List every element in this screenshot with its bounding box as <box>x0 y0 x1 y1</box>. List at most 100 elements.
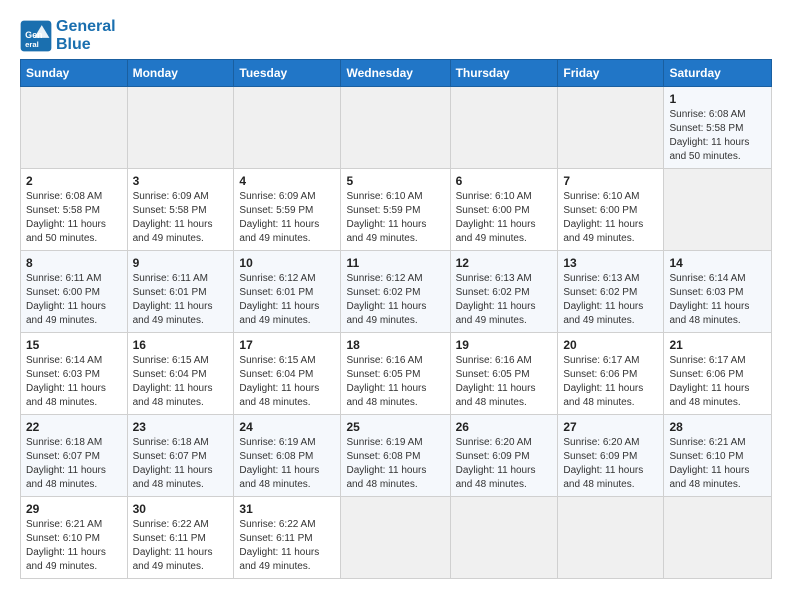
calendar-cell-31: 31Sunrise: 6:22 AMSunset: 6:11 PMDayligh… <box>234 497 341 579</box>
day-number: 4 <box>239 174 335 188</box>
calendar-cell-27: 27 Sunrise: 6:20 AMSunset: 6:09 PMDayligh… <box>558 415 664 497</box>
day-info: Sunrise: 6:13 AMSunset: 6:02 PMDaylight:… <box>456 272 553 328</box>
day-number: 6 <box>456 174 553 188</box>
calendar-cell-empty <box>664 497 772 579</box>
calendar-week-1: 1 Sunrise: 6:08 AMSunset: 5:58 PMDaylight… <box>21 87 772 169</box>
calendar-cell-19: 19 Sunrise: 6:16 AMSunset: 6:05 PMDayligh… <box>450 333 558 415</box>
calendar-week-6: 29 Sunrise: 6:21 AMSunset: 6:10 PMDayligh… <box>21 497 772 579</box>
day-info: Sunrise: 6:08 AMSunset: 5:58 PMDaylight:… <box>26 190 122 246</box>
day-number: 21 <box>669 338 766 352</box>
day-info: Sunrise: 6:10 AMSunset: 6:00 PMDaylight:… <box>563 190 658 246</box>
calendar-cell-empty <box>450 497 558 579</box>
calendar-cell-empty <box>341 87 450 169</box>
day-info: Sunrise: 6:20 AMSunset: 6:09 PMDaylight:… <box>456 436 553 492</box>
calendar-header-thursday: Thursday <box>450 60 558 87</box>
day-info: Sunrise: 6:12 AMSunset: 6:01 PMDaylight:… <box>239 272 335 328</box>
calendar-cell-16: 16 Sunrise: 6:15 AMSunset: 6:04 PMDayligh… <box>127 333 234 415</box>
calendar-header-tuesday: Tuesday <box>234 60 341 87</box>
day-info: Sunrise: 6:12 AMSunset: 6:02 PMDaylight:… <box>346 272 444 328</box>
calendar-cell-12: 12Sunrise: 6:13 AMSunset: 6:02 PMDayligh… <box>450 251 558 333</box>
calendar-cell-25: 25 Sunrise: 6:19 AMSunset: 6:08 PMDayligh… <box>341 415 450 497</box>
calendar-cell-17: 17 Sunrise: 6:15 AMSunset: 6:04 PMDayligh… <box>234 333 341 415</box>
calendar-cell-30: 30Sunrise: 6:22 AMSunset: 6:11 PMDayligh… <box>127 497 234 579</box>
calendar-table: SundayMondayTuesdayWednesdayThursdayFrid… <box>20 59 772 579</box>
day-info: Sunrise: 6:14 AMSunset: 6:03 PMDaylight:… <box>26 354 122 410</box>
calendar-cell-22: 22Sunrise: 6:18 AMSunset: 6:07 PMDayligh… <box>21 415 128 497</box>
calendar-week-4: 15 Sunrise: 6:14 AMSunset: 6:03 PMDayligh… <box>21 333 772 415</box>
day-number: 22 <box>26 420 122 434</box>
day-number: 29 <box>26 502 122 516</box>
calendar-header-wednesday: Wednesday <box>341 60 450 87</box>
day-number: 25 <box>346 420 444 434</box>
day-info: Sunrise: 6:18 AMSunset: 6:07 PMDaylight:… <box>133 436 229 492</box>
day-info: Sunrise: 6:19 AMSunset: 6:08 PMDaylight:… <box>346 436 444 492</box>
day-number: 1 <box>669 92 766 106</box>
calendar-cell-26: 26Sunrise: 6:20 AMSunset: 6:09 PMDayligh… <box>450 415 558 497</box>
day-number: 11 <box>346 256 444 270</box>
calendar-header-monday: Monday <box>127 60 234 87</box>
day-info: Sunrise: 6:11 AMSunset: 6:01 PMDaylight:… <box>133 272 229 328</box>
calendar-cell-13: 13Sunrise: 6:13 AMSunset: 6:02 PMDayligh… <box>558 251 664 333</box>
day-number: 13 <box>563 256 658 270</box>
day-info: Sunrise: 6:19 AMSunset: 6:08 PMDaylight:… <box>239 436 335 492</box>
calendar-cell-21: 21 Sunrise: 6:17 AMSunset: 6:06 PMDayligh… <box>664 333 772 415</box>
day-info: Sunrise: 6:16 AMSunset: 6:05 PMDaylight:… <box>456 354 553 410</box>
calendar-header-row: SundayMondayTuesdayWednesdayThursdayFrid… <box>21 60 772 87</box>
logo-general: General <box>56 18 116 35</box>
day-number: 30 <box>133 502 229 516</box>
calendar-cell-7: 7 Sunrise: 6:10 AMSunset: 6:00 PMDaylight… <box>558 169 664 251</box>
calendar-cell-8: 8Sunrise: 6:11 AMSunset: 6:00 PMDaylight… <box>21 251 128 333</box>
calendar-cell-empty <box>341 497 450 579</box>
calendar-week-2: 2Sunrise: 6:08 AMSunset: 5:58 PMDaylight… <box>21 169 772 251</box>
calendar-cell-empty <box>450 87 558 169</box>
day-number: 8 <box>26 256 122 270</box>
calendar-header-friday: Friday <box>558 60 664 87</box>
day-number: 24 <box>239 420 335 434</box>
day-number: 9 <box>133 256 229 270</box>
calendar-header-sunday: Sunday <box>21 60 128 87</box>
day-number: 7 <box>563 174 658 188</box>
logo: Gen eral GeneralBlue <box>20 18 116 53</box>
header: Gen eral GeneralBlue <box>20 18 772 53</box>
svg-text:eral: eral <box>25 39 39 48</box>
day-info: Sunrise: 6:21 AMSunset: 6:10 PMDaylight:… <box>26 518 122 574</box>
day-info: Sunrise: 6:10 AMSunset: 6:00 PMDaylight:… <box>456 190 553 246</box>
day-number: 28 <box>669 420 766 434</box>
day-number: 27 <box>563 420 658 434</box>
calendar-cell-6: 6 Sunrise: 6:10 AMSunset: 6:00 PMDaylight… <box>450 169 558 251</box>
calendar-cell-18: 18Sunrise: 6:16 AMSunset: 6:05 PMDayligh… <box>341 333 450 415</box>
day-number: 19 <box>456 338 553 352</box>
calendar-cell-2: 2Sunrise: 6:08 AMSunset: 5:58 PMDaylight… <box>21 169 128 251</box>
calendar-cell-14: 14Sunrise: 6:14 AMSunset: 6:03 PMDayligh… <box>664 251 772 333</box>
day-number: 3 <box>133 174 229 188</box>
day-number: 15 <box>26 338 122 352</box>
calendar-cell-10: 10 Sunrise: 6:12 AMSunset: 6:01 PMDayligh… <box>234 251 341 333</box>
day-info: Sunrise: 6:17 AMSunset: 6:06 PMDaylight:… <box>669 354 766 410</box>
day-info: Sunrise: 6:15 AMSunset: 6:04 PMDaylight:… <box>133 354 229 410</box>
day-number: 5 <box>346 174 444 188</box>
calendar-week-5: 22 Sunrise: 6:18 AMSunset: 6:07 PMDayligh… <box>21 415 772 497</box>
day-info: Sunrise: 6:15 AMSunset: 6:04 PMDaylight:… <box>239 354 335 410</box>
day-number: 20 <box>563 338 658 352</box>
day-number: 16 <box>133 338 229 352</box>
logo-svg: Gen eral <box>20 20 52 52</box>
day-info: Sunrise: 6:14 AMSunset: 6:03 PMDaylight:… <box>669 272 766 328</box>
calendar-header-saturday: Saturday <box>664 60 772 87</box>
calendar-cell-28: 28 Sunrise: 6:21 AMSunset: 6:10 PMDayligh… <box>664 415 772 497</box>
day-number: 17 <box>239 338 335 352</box>
day-info: Sunrise: 6:21 AMSunset: 6:10 PMDaylight:… <box>669 436 766 492</box>
calendar-cell-empty <box>558 87 664 169</box>
day-number: 31 <box>239 502 335 516</box>
calendar-cell-29: 29 Sunrise: 6:21 AMSunset: 6:10 PMDayligh… <box>21 497 128 579</box>
calendar-cell-empty <box>234 87 341 169</box>
day-info: Sunrise: 6:08 AMSunset: 5:58 PMDaylight:… <box>669 108 766 164</box>
calendar-cell-23: 23 Sunrise: 6:18 AMSunset: 6:07 PMDayligh… <box>127 415 234 497</box>
day-info: Sunrise: 6:20 AMSunset: 6:09 PMDaylight:… <box>563 436 658 492</box>
day-number: 10 <box>239 256 335 270</box>
calendar-cell-20: 20Sunrise: 6:17 AMSunset: 6:06 PMDayligh… <box>558 333 664 415</box>
day-number: 23 <box>133 420 229 434</box>
calendar-cell-24: 24 Sunrise: 6:19 AMSunset: 6:08 PMDayligh… <box>234 415 341 497</box>
calendar-cell-empty <box>558 497 664 579</box>
calendar-cell-5: 5Sunrise: 6:10 AMSunset: 5:59 PMDaylight… <box>341 169 450 251</box>
day-info: Sunrise: 6:09 AMSunset: 5:58 PMDaylight:… <box>133 190 229 246</box>
